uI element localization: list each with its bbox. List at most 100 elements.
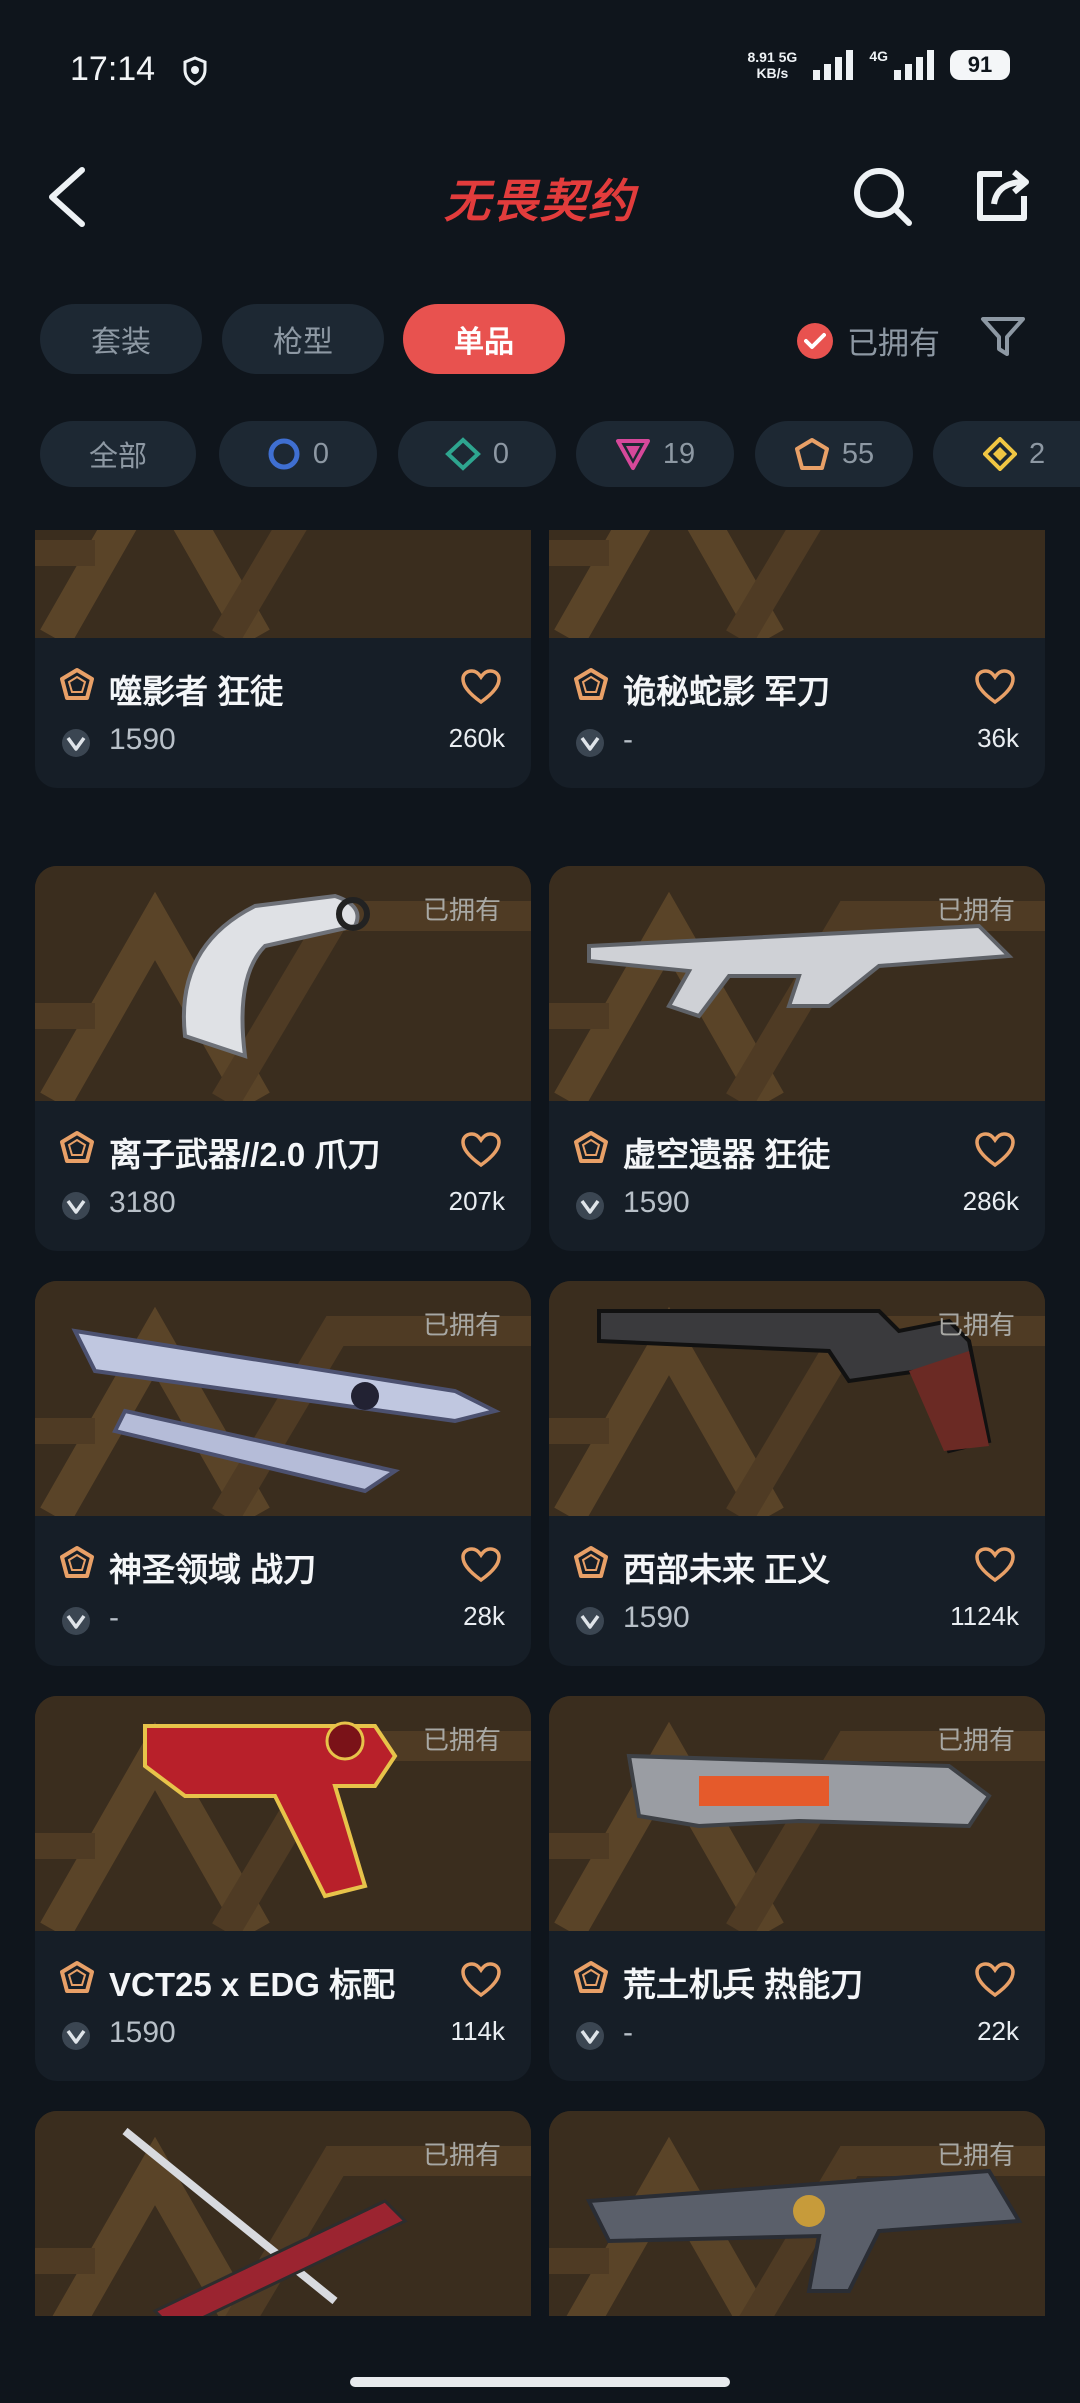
item-likes: 28k	[463, 1601, 505, 1631]
heart-icon[interactable]	[461, 1132, 501, 1168]
vp-currency-icon	[576, 1192, 604, 1220]
owned-tag: 已拥有	[422, 895, 501, 925]
exclusive-tier-icon	[60, 1546, 94, 1578]
tab-single-items[interactable]: 单品	[403, 304, 565, 374]
chip-deluxe-tier[interactable]: 0	[398, 421, 556, 487]
vp-currency-icon	[576, 1607, 604, 1635]
item-card[interactable]: 已拥有神圣领域 战刀 - 28k	[35, 1281, 531, 1666]
item-card[interactable]: 已拥有	[35, 2111, 531, 2316]
item-image: 已拥有	[549, 1281, 1045, 1516]
item-image: 已拥有	[35, 1696, 531, 1931]
bottom-band	[0, 2340, 1080, 2403]
owned-tag: 已拥有	[936, 1310, 1015, 1340]
exclusive-tier-icon	[60, 668, 94, 700]
vp-currency-icon	[576, 2022, 604, 2050]
item-likes: 1124k	[950, 1601, 1019, 1631]
item-image: 已拥有	[35, 2111, 531, 2316]
heart-icon[interactable]	[975, 669, 1015, 705]
signal-icon-2	[894, 50, 934, 80]
item-grid[interactable]: 噬影者 狂徒 1590 260k 诡秘蛇影 军刀 -36k 已拥有 离子武器//2.0 爪刀…	[35, 530, 1045, 2316]
vp-currency-icon	[62, 729, 90, 757]
heart-icon[interactable]	[975, 1962, 1015, 1998]
filter-icon[interactable]	[980, 316, 1026, 363]
status-icons: 8.91 5G KB/s 4G 91	[747, 48, 1010, 82]
item-card[interactable]: 已拥有离子武器//2.0 爪刀 3180 207k	[35, 866, 531, 1251]
item-likes: 260k	[448, 723, 505, 753]
owned-tag: 已拥有	[936, 895, 1015, 925]
item-price: -	[623, 2016, 633, 2049]
item-likes: 286k	[962, 1186, 1019, 1216]
item-price: 3180	[109, 1186, 176, 1219]
item-name: 神圣领域 战刀	[109, 1551, 317, 1588]
network-type-label: 4G	[869, 48, 888, 64]
item-card[interactable]: 已拥有 VCT25 x EDG 标配 1590 114k	[35, 1696, 531, 2081]
item-price: 1590	[109, 2016, 176, 2049]
tab-bundles[interactable]: 套装	[40, 304, 202, 374]
item-image: 已拥有	[35, 866, 531, 1101]
vp-currency-icon	[62, 1607, 90, 1635]
item-image	[549, 530, 1045, 638]
heart-icon[interactable]	[975, 1132, 1015, 1168]
exclusive-tier-icon	[574, 1131, 608, 1163]
status-time: 17:14	[70, 50, 156, 88]
item-price: -	[109, 1601, 119, 1634]
heart-icon[interactable]	[461, 1547, 501, 1583]
vp-currency-icon	[62, 1192, 90, 1220]
exclusive-tier-icon	[794, 438, 829, 470]
item-name: 虚空遗器 狂徒	[623, 1136, 831, 1173]
deluxe-tier-icon	[444, 437, 481, 471]
owned-tag: 已拥有	[422, 1310, 501, 1340]
tab-weapon-types[interactable]: 枪型	[222, 304, 384, 374]
item-card[interactable]: 已拥有西部未来 正义 1590 1124k	[549, 1281, 1045, 1666]
item-name: 离子武器//2.0 爪刀	[109, 1136, 381, 1173]
item-card[interactable]: 噬影者 狂徒 1590 260k	[35, 530, 531, 788]
exclusive-tier-icon	[60, 1961, 94, 1993]
item-likes: 22k	[977, 2016, 1019, 2046]
item-likes: 207k	[448, 1186, 505, 1216]
check-icon	[797, 322, 833, 359]
exclusive-tier-icon	[574, 1546, 608, 1578]
chip-exclusive-tier[interactable]: 55	[755, 421, 913, 487]
owned-tag: 已拥有	[422, 1725, 501, 1755]
select-tier-icon	[268, 438, 300, 470]
owned-filter-label: 已拥有	[847, 326, 940, 361]
vp-currency-icon	[62, 2022, 90, 2050]
page-title: 无畏契约	[444, 175, 636, 227]
owned-filter-toggle[interactable]: 已拥有	[797, 318, 940, 363]
chip-premium-tier[interactable]: 19	[576, 421, 734, 487]
chip-all[interactable]: 全部	[40, 421, 196, 487]
exclusive-tier-icon	[60, 1131, 94, 1163]
home-indicator[interactable]	[350, 2377, 730, 2387]
weapon-image	[549, 530, 1045, 638]
chip-ultra-tier[interactable]: 2	[933, 421, 1080, 487]
item-name: 西部未来 正义	[623, 1551, 831, 1588]
item-name: 荒土机兵 热能刀	[623, 1966, 864, 2003]
item-card[interactable]: 诡秘蛇影 军刀 - 36k	[549, 530, 1045, 788]
battery-indicator: 91	[950, 50, 1010, 80]
item-image: 已拥有	[549, 866, 1045, 1101]
privacy-indicator-icon	[182, 56, 208, 91]
premium-tier-icon	[615, 439, 650, 470]
weapon-image	[35, 530, 531, 638]
item-price: -	[623, 723, 633, 756]
item-name: 噬影者 狂徒	[109, 673, 284, 710]
vp-currency-icon	[576, 729, 604, 757]
exclusive-tier-icon	[574, 668, 608, 700]
item-price: 1590	[623, 1601, 690, 1634]
item-card[interactable]: 已拥有	[549, 2111, 1045, 2316]
item-likes: 36k	[977, 723, 1019, 753]
heart-icon[interactable]	[461, 1962, 501, 1998]
heart-icon[interactable]	[975, 1547, 1015, 1583]
share-icon[interactable]	[974, 166, 1032, 229]
owned-tag: 已拥有	[936, 1725, 1015, 1755]
heart-icon[interactable]	[461, 669, 501, 705]
item-image: 已拥有	[35, 1281, 531, 1516]
chip-select-tier[interactable]: 0	[219, 421, 377, 487]
owned-tag: 已拥有	[936, 2140, 1015, 2170]
item-price: 1590	[109, 723, 176, 756]
search-icon[interactable]	[852, 166, 914, 233]
signal-icon	[813, 50, 854, 80]
item-card[interactable]: 已拥有荒土机兵 热能刀 - 22k	[549, 1696, 1045, 2081]
item-name: VCT25 x EDG 标配	[109, 1966, 396, 2003]
item-card[interactable]: 已拥有 虚空遗器 狂徒 1590 286k	[549, 866, 1045, 1251]
